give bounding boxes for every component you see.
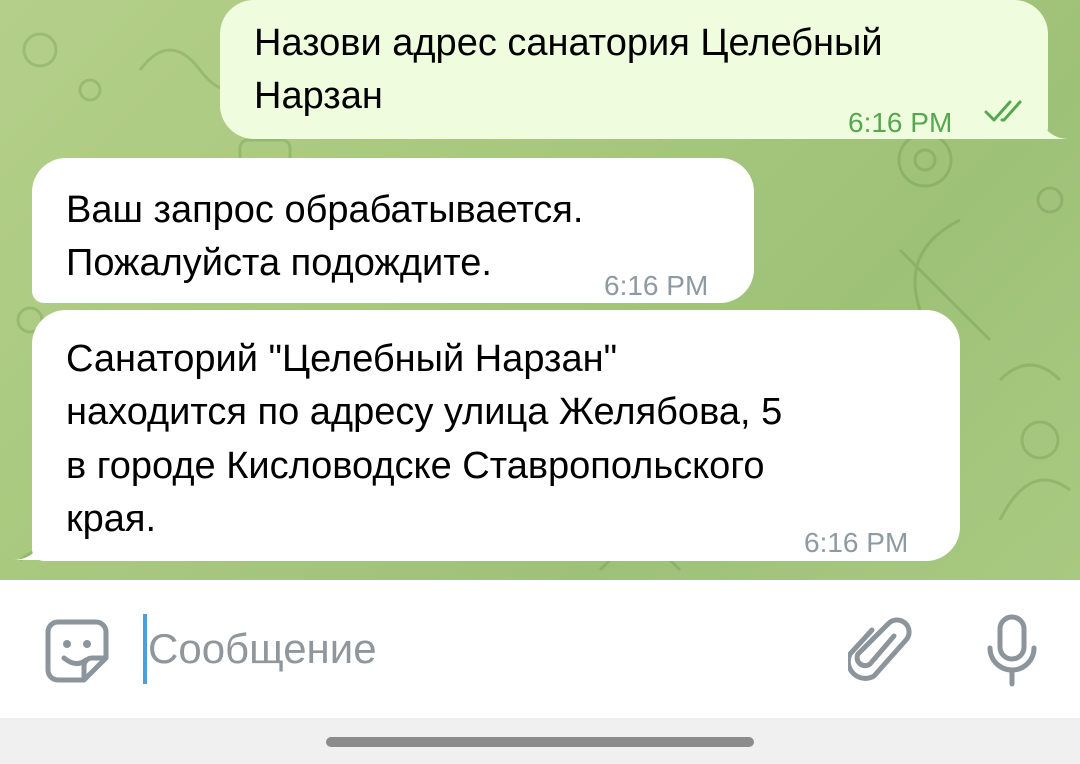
message-time: 6:16 PM bbox=[604, 270, 709, 301]
message-incoming[interactable]: Ваш запрос обрабатывается. Пожалуйста по… bbox=[32, 158, 754, 303]
message-text: Нарзан bbox=[254, 75, 383, 117]
microphone-icon[interactable] bbox=[985, 614, 1039, 688]
message-text: находится по адресу улица Желябова, 5 bbox=[66, 391, 783, 433]
bubble-tail bbox=[1038, 110, 1068, 139]
double-check-icon bbox=[984, 100, 1022, 122]
sticker-emoji-icon[interactable] bbox=[44, 618, 110, 684]
bubble-tail bbox=[14, 531, 44, 560]
message-text: края. bbox=[66, 498, 157, 540]
message-time: 6:16 PM bbox=[804, 527, 909, 558]
message-input[interactable]: Сообщение bbox=[148, 628, 377, 670]
message-outgoing[interactable]: Назови адрес санатория Целебный Нарзан 6… bbox=[220, 0, 1048, 139]
message-text: в городе Кисловодске Ставропольского bbox=[66, 445, 765, 487]
paperclip-icon[interactable] bbox=[848, 616, 912, 688]
message-text: Пожалуйста подождите. bbox=[66, 242, 492, 284]
home-gesture-handle[interactable] bbox=[326, 737, 754, 747]
message-text: Санаторий "Целебный Нарзан" bbox=[66, 338, 618, 380]
message-text: Ваш запрос обрабатывается. bbox=[66, 189, 584, 231]
message-composer: Сообщение bbox=[0, 580, 1080, 718]
text-cursor bbox=[143, 614, 147, 684]
message-time: 6:16 PM bbox=[848, 107, 953, 138]
chat-area: Назови адрес санатория Целебный Нарзан 6… bbox=[0, 0, 1080, 580]
message-incoming[interactable]: Санаторий "Целебный Нарзан" находится по… bbox=[32, 310, 960, 561]
message-text: Назови адрес санатория Целебный bbox=[254, 22, 883, 64]
